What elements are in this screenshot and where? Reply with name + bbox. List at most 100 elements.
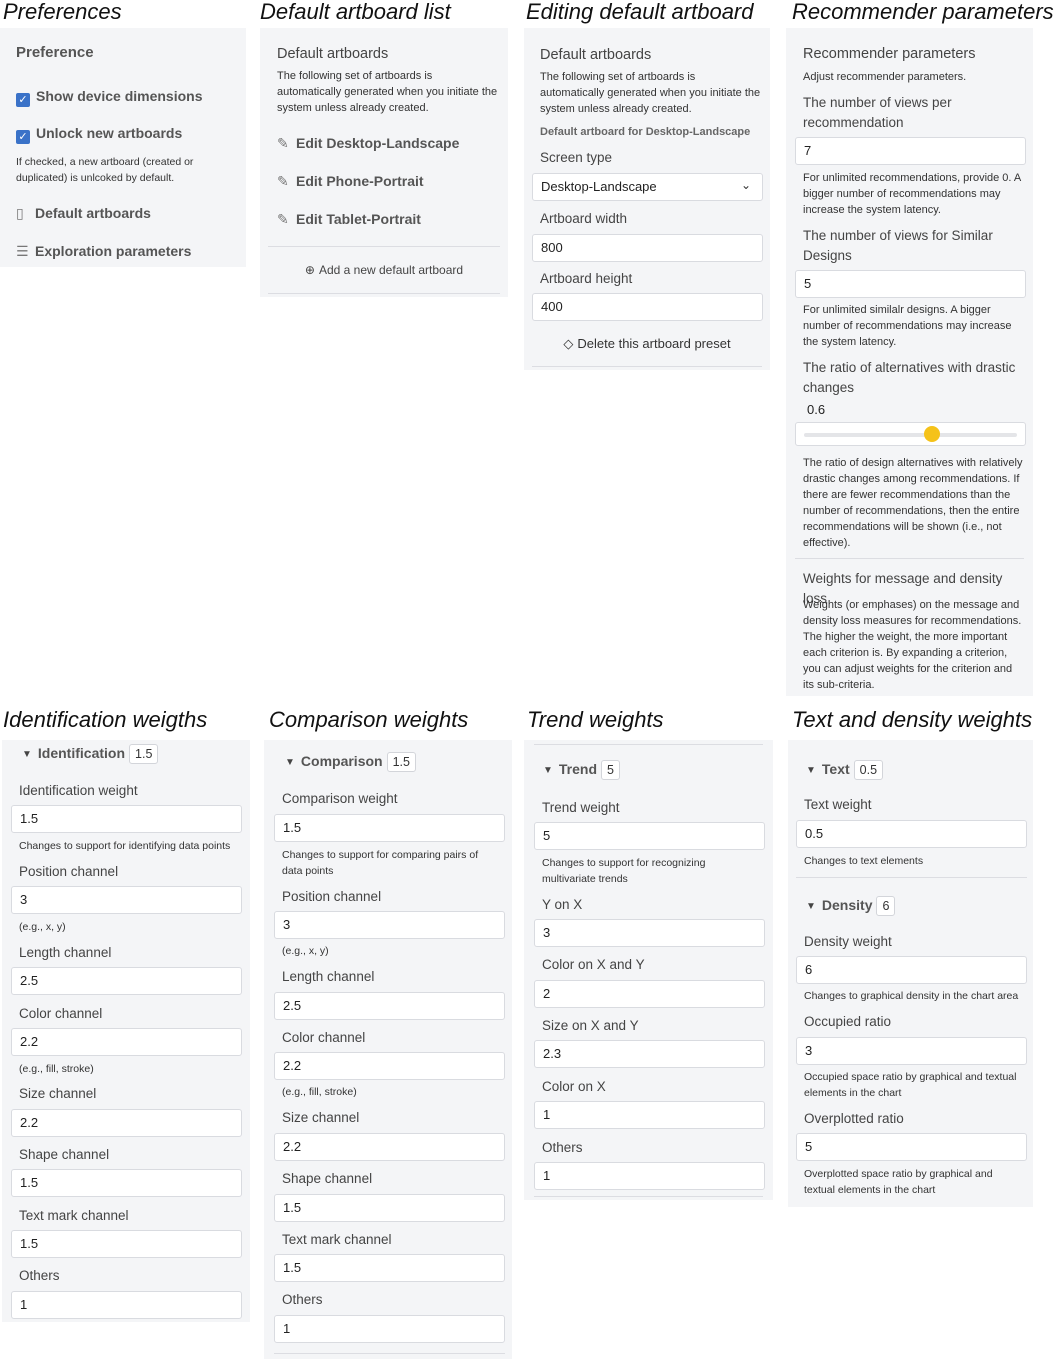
cmp-field-input[interactable]: 3 bbox=[274, 911, 505, 939]
id-field-input[interactable]: 2.2 bbox=[11, 1028, 242, 1056]
trend-weight-input[interactable]: 5 bbox=[534, 822, 765, 850]
cmp-field-value: 1.5 bbox=[274, 1254, 505, 1282]
trend-field-value: 1 bbox=[534, 1101, 765, 1129]
text-toggle[interactable]: ▼ Text 0.5 bbox=[806, 760, 884, 780]
edit-tablet-portrait[interactable]: ✎ Edit Tablet-Portrait bbox=[277, 211, 421, 228]
pencil-icon: ✎ bbox=[277, 135, 289, 151]
cmp-field-value: 2.2 bbox=[274, 1133, 505, 1161]
add-default-artboard-button[interactable]: ⊕ Add a new default artboard bbox=[260, 263, 508, 277]
cmp-field-input[interactable]: 2.2 bbox=[274, 1133, 505, 1161]
trend-field-value: 3 bbox=[534, 919, 765, 947]
exploration-link[interactable]: ☰ Exploration parameters bbox=[16, 243, 191, 260]
trend-name: Trend bbox=[558, 761, 598, 777]
occupied-input[interactable]: 3 bbox=[796, 1037, 1027, 1065]
cmp-field-value: 3 bbox=[274, 911, 505, 939]
density-weight-input[interactable]: 6 bbox=[796, 956, 1027, 984]
similar-value: 5 bbox=[795, 270, 1026, 298]
text-weight-value: 0.5 bbox=[796, 820, 1027, 848]
id-field-value: 3 bbox=[11, 886, 242, 914]
trend-toggle[interactable]: ▼ Trend 5 bbox=[543, 760, 620, 780]
comparison-weight-input[interactable]: 1.5 bbox=[274, 814, 505, 842]
screen-type-value: Desktop-Landscape bbox=[532, 173, 763, 201]
trend-field-input[interactable]: 2.3 bbox=[534, 1040, 765, 1068]
weights-help: Weights (or emphases) on the message and… bbox=[803, 599, 1022, 691]
trend-field-value: 2 bbox=[534, 980, 765, 1008]
id-field-input[interactable]: 1.5 bbox=[11, 1230, 242, 1258]
edit-desktop-landscape[interactable]: ✎ Edit Desktop-Landscape bbox=[277, 135, 459, 152]
comparison-help: Changes to support for comparing pairs o… bbox=[282, 849, 479, 877]
recommender-panel: Recommender parameters Adjust recommende… bbox=[786, 28, 1033, 696]
trend-field-input[interactable]: 2 bbox=[534, 980, 765, 1008]
id-field-value: 2.2 bbox=[11, 1028, 242, 1056]
comparison-name: Comparison bbox=[300, 753, 383, 769]
identification-toggle[interactable]: ▼ Identification 1.5 bbox=[22, 744, 159, 764]
text-weight-label: Text weight bbox=[804, 797, 872, 812]
trend-field-input[interactable]: 1 bbox=[534, 1101, 765, 1129]
edit-phone-portrait[interactable]: ✎ Edit Phone-Portrait bbox=[277, 173, 424, 190]
slider-thumb[interactable] bbox=[923, 426, 940, 442]
cmp-field-input[interactable]: 1.5 bbox=[274, 1254, 505, 1282]
id-field-value: 2.5 bbox=[11, 967, 242, 995]
density-help: Changes to graphical density in the char… bbox=[804, 990, 1019, 1002]
cmp-field-input[interactable]: 2.2 bbox=[274, 1052, 505, 1080]
caption-trend: Trend weights bbox=[527, 707, 664, 732]
slider-track bbox=[804, 433, 1017, 437]
id-field-value: 1.5 bbox=[11, 1169, 242, 1197]
default-list-desc: The following set of artboards is automa… bbox=[277, 70, 498, 114]
edit-item-label: Edit Desktop-Landscape bbox=[296, 135, 460, 151]
identification-badge: 1.5 bbox=[129, 744, 159, 764]
divider bbox=[795, 558, 1024, 559]
caption-editing: Editing default artboard bbox=[526, 0, 754, 24]
width-input[interactable]: 800 bbox=[532, 234, 763, 262]
text-name: Text bbox=[821, 761, 850, 777]
id-field-value: 1 bbox=[11, 1291, 242, 1319]
id-field-value: 2.2 bbox=[11, 1109, 242, 1137]
ratio-slider[interactable] bbox=[795, 422, 1026, 446]
delete-preset-button[interactable]: ◇ Delete this artboard preset bbox=[524, 336, 770, 352]
comparison-toggle[interactable]: ▼ Comparison 1.5 bbox=[285, 752, 416, 772]
identification-weight-input[interactable]: 1.5 bbox=[11, 805, 242, 833]
identification-name: Identification bbox=[37, 745, 126, 761]
divider bbox=[796, 877, 1027, 878]
trend-help: Changes to support for recognizing multi… bbox=[542, 857, 706, 885]
id-field-input[interactable]: 2.5 bbox=[11, 967, 242, 995]
trend-field-input[interactable]: 1 bbox=[534, 1162, 765, 1190]
height-input[interactable]: 400 bbox=[532, 293, 763, 321]
default-list-title: Default artboards bbox=[277, 46, 389, 62]
cmp-field-value: 2.2 bbox=[274, 1052, 505, 1080]
trend-badge: 5 bbox=[601, 760, 620, 780]
id-field-label: Shape channel bbox=[19, 1147, 110, 1162]
screen-type-select[interactable]: Desktop-Landscape ⌄ bbox=[532, 173, 763, 201]
overplotted-help: Overplotted space ratio by graphical and… bbox=[804, 1168, 993, 1196]
views-input[interactable]: 7 bbox=[795, 137, 1026, 165]
cmp-field-input[interactable]: 1 bbox=[274, 1315, 505, 1343]
cmp-field-input[interactable]: 2.5 bbox=[274, 992, 505, 1020]
editing-subtitle: Default artboard for Desktop-Landscape bbox=[540, 126, 751, 138]
divider bbox=[268, 246, 500, 247]
text-weight-input[interactable]: 0.5 bbox=[796, 820, 1027, 848]
unlock-new-checkbox[interactable]: ✓ Unlock new artboards bbox=[16, 125, 182, 144]
pencil-icon: ✎ bbox=[277, 173, 289, 189]
id-field-label: Position channel bbox=[19, 864, 119, 879]
id-field-input[interactable]: 1 bbox=[11, 1291, 242, 1319]
caption-text-density: Text and density weights bbox=[792, 707, 1033, 732]
id-field-input[interactable]: 3 bbox=[11, 886, 242, 914]
show-dimensions-checkbox[interactable]: ✓ Show device dimensions bbox=[16, 88, 203, 107]
cmp-field-input[interactable]: 1.5 bbox=[274, 1194, 505, 1222]
comparison-badge: 1.5 bbox=[386, 752, 416, 772]
trend-panel: ▼ Trend 5 Trend weight 5 Changes to suppor… bbox=[524, 740, 773, 1200]
comparison-panel: ▼ Comparison 1.5 Comparison weight 1.5 Cha… bbox=[264, 740, 512, 1359]
density-name: Density bbox=[821, 897, 873, 913]
trend-field-input[interactable]: 3 bbox=[534, 919, 765, 947]
id-field-input[interactable]: 2.2 bbox=[11, 1109, 242, 1137]
height-label: Artboard height bbox=[540, 271, 633, 286]
default-artboards-link[interactable]: ▯ Default artboards bbox=[16, 205, 151, 222]
density-toggle[interactable]: ▼ Density 6 bbox=[806, 896, 896, 916]
recommender-desc: Adjust recommender parameters. bbox=[803, 71, 967, 83]
layout-icon: ▯ bbox=[16, 205, 24, 221]
overplotted-input[interactable]: 5 bbox=[796, 1133, 1027, 1161]
id-field-input[interactable]: 1.5 bbox=[11, 1169, 242, 1197]
check-icon: ✓ bbox=[16, 93, 30, 107]
views-value: 7 bbox=[795, 137, 1026, 165]
similar-input[interactable]: 5 bbox=[795, 270, 1026, 298]
